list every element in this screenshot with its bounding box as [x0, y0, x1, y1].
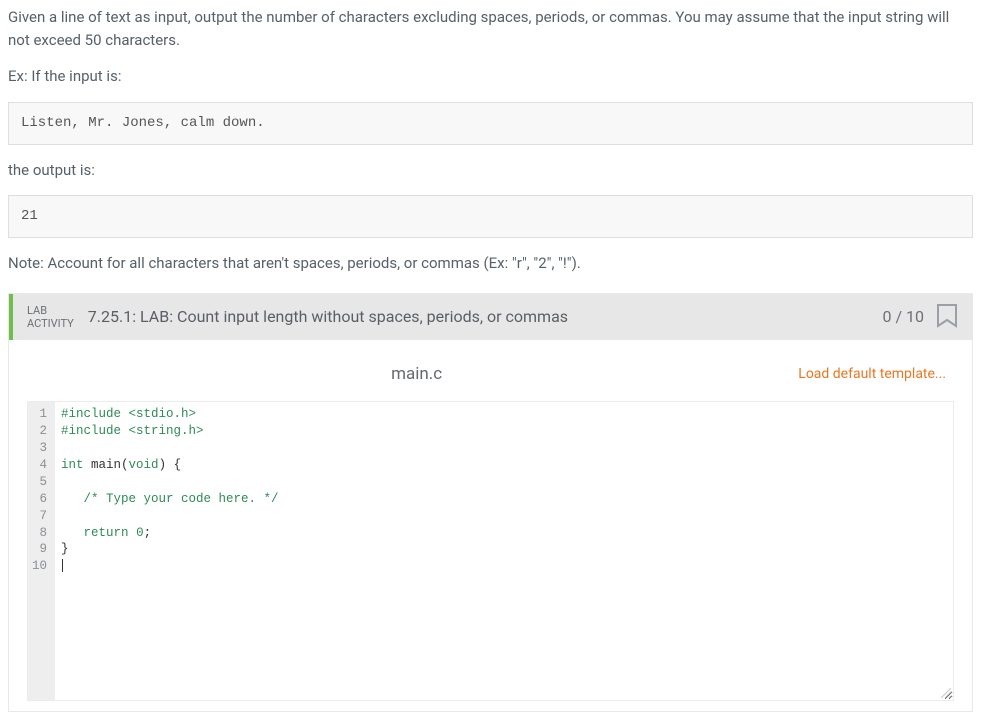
lab-score: 0 / 10	[882, 305, 924, 329]
line-number: 7	[32, 508, 49, 525]
code-line[interactable]	[61, 558, 947, 575]
line-number: 2	[32, 423, 49, 440]
bookmark-icon[interactable]	[936, 304, 958, 330]
line-number: 6	[32, 491, 49, 508]
lab-activity-badge: LAB ACTIVITY	[27, 304, 74, 330]
problem-note: Note: Account for all characters that ar…	[8, 252, 973, 275]
load-default-template-link[interactable]: Load default template...	[798, 364, 946, 385]
text-cursor	[62, 559, 63, 572]
lab-activity-line1: LAB	[27, 304, 74, 317]
filename-label: main.c	[391, 362, 442, 388]
code-line[interactable]: int main(void) {	[61, 457, 947, 474]
line-number: 10	[32, 558, 49, 575]
line-number: 5	[32, 474, 49, 491]
line-number: 9	[32, 541, 49, 558]
line-number: 1	[32, 406, 49, 423]
code-line[interactable]: #include <stdio.h>	[61, 406, 947, 423]
lab-header: LAB ACTIVITY 7.25.1: LAB: Count input le…	[9, 294, 972, 340]
sample-output-box: 21	[8, 195, 973, 238]
code-line[interactable]	[61, 440, 947, 457]
sample-input-box: Listen, Mr. Jones, calm down.	[8, 102, 973, 145]
code-line[interactable]: #include <string.h>	[61, 423, 947, 440]
example-input-label: Ex: If the input is:	[8, 65, 973, 88]
code-area[interactable]: #include <stdio.h>#include <string.h> in…	[55, 402, 953, 700]
code-editor[interactable]: 12345678910 #include <stdio.h>#include <…	[27, 401, 954, 701]
line-number: 8	[32, 525, 49, 542]
file-bar: main.c Load default template...	[9, 340, 972, 402]
output-label: the output is:	[8, 159, 973, 182]
problem-description: Given a line of text as input, output th…	[0, 6, 981, 275]
line-number: 4	[32, 457, 49, 474]
line-number-gutter: 12345678910	[28, 402, 55, 700]
lab-activity-panel: LAB ACTIVITY 7.25.1: LAB: Count input le…	[8, 293, 973, 712]
line-number: 3	[32, 440, 49, 457]
code-line[interactable]	[61, 474, 947, 491]
code-line[interactable]: /* Type your code here. */	[61, 491, 947, 508]
lab-title: 7.25.1: LAB: Count input length without …	[88, 305, 883, 329]
problem-intro: Given a line of text as input, output th…	[8, 6, 973, 51]
code-line[interactable]: }	[61, 541, 947, 558]
lab-activity-line2: ACTIVITY	[27, 317, 74, 330]
code-line[interactable]	[61, 508, 947, 525]
code-line[interactable]: return 0;	[61, 525, 947, 542]
